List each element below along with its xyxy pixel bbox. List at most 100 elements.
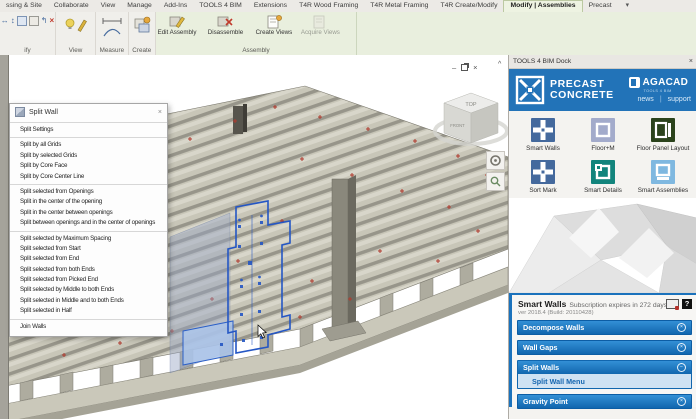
tab-extensions[interactable]: Extensions [248, 0, 293, 12]
scroll-up-icon[interactable]: ^ [498, 61, 501, 68]
help-icon[interactable]: ? [682, 299, 692, 309]
acquire-views-button: Acquire Views [299, 14, 341, 37]
disassemble-button[interactable]: Disassemble [202, 14, 248, 37]
split-walls-group: Split Walls − Split Wall Menu [517, 360, 692, 389]
lightbulb-pencil-icons [63, 16, 89, 38]
menu-separator [10, 122, 167, 123]
tab-t4r-metal-framing[interactable]: T4R Metal Framing [364, 0, 434, 12]
revit-window: ssing & Site Collaborate View Manage Add… [0, 0, 696, 419]
panel-modify-label: ify [0, 47, 55, 54]
bar-label: Wall Gaps [523, 343, 557, 352]
menu-item[interactable]: Split selected from End [10, 254, 167, 264]
menu-item-join-walls[interactable]: Join Walls [10, 322, 167, 332]
menu-item-split-settings[interactable]: Split Settings [10, 125, 167, 135]
tab-tools-4-bim[interactable]: TOOLS 4 BIM [193, 0, 248, 12]
create-tools-icons[interactable] [129, 12, 155, 40]
collapse-icon[interactable]: × [677, 397, 686, 406]
collapse-icon[interactable]: × [677, 323, 686, 332]
ribbon: ssing & Site Collaborate View Manage Add… [0, 0, 696, 55]
menu-separator [10, 137, 167, 138]
menu-item[interactable]: Split between openings and in the center… [10, 218, 167, 228]
agacad-logo-icon [629, 77, 640, 88]
acquire-views-label: Acquire Views [301, 30, 340, 37]
delete-icon[interactable]: × [49, 17, 54, 25]
bar-label: Split Walls [523, 363, 559, 372]
ribbon-left-panels: ↔ ↕ ↰ × ify [0, 12, 156, 55]
tab-massing-site[interactable]: ssing & Site [0, 0, 48, 12]
tab-modify-assemblies[interactable]: Modify | Assemblies [503, 0, 582, 12]
menu-item[interactable]: Split in the center between openings [10, 208, 167, 218]
close-menu-icon[interactable]: × [158, 109, 162, 116]
app-smart-assemblies[interactable]: Smart Assemblies [633, 160, 693, 194]
menu-separator [10, 184, 167, 185]
panel-measure: Measure [96, 12, 128, 55]
expanded-icon[interactable]: − [677, 363, 686, 372]
close-view-icon[interactable]: × [473, 63, 477, 72]
trim-icon[interactable] [29, 16, 39, 26]
zoom-icon[interactable] [486, 172, 505, 191]
edit-assembly-button[interactable]: Edit Assembly [156, 14, 198, 37]
tab-collaborate[interactable]: Collaborate [48, 0, 95, 12]
wall-gaps-bar[interactable]: Wall Gaps × [517, 340, 692, 355]
menu-item[interactable]: Split in the center of the opening [10, 197, 167, 207]
panel-create-label: Create [129, 47, 155, 54]
viewcube-top-label[interactable]: TOP [465, 102, 477, 108]
menu-item[interactable]: Split selected by Maximum Spacing [10, 234, 167, 244]
app-floor-m[interactable]: Floor+M [573, 118, 633, 152]
gravity-point-bar[interactable]: Gravity Point × [517, 394, 692, 409]
align-icon[interactable]: ↕ [11, 17, 15, 25]
create-views-button[interactable]: Create Views [253, 14, 295, 37]
menu-item[interactable]: Split by selected Grids [10, 151, 167, 161]
menu-item[interactable]: Split by Core Center Line [10, 172, 167, 182]
bar-label: Gravity Point [523, 397, 568, 406]
menu-item[interactable]: Split selected from Start [10, 244, 167, 254]
split-walls-bar[interactable]: Split Walls − [518, 361, 691, 374]
tab-add-ins[interactable]: Add-Ins [158, 0, 193, 12]
links-separator: | [660, 96, 662, 103]
close-dock-icon[interactable]: × [689, 58, 693, 65]
news-link[interactable]: news [637, 96, 653, 103]
grid-icon[interactable] [17, 16, 27, 26]
menu-item[interactable]: Split selected in Half [10, 306, 167, 316]
collapse-icon[interactable]: × [677, 343, 686, 352]
modify-tools-icons[interactable]: ↔ ↕ ↰ × [0, 12, 55, 26]
minimize-view-icon[interactable]: – [452, 63, 456, 72]
menu-item[interactable]: Split selected in Middle and to both End… [10, 296, 167, 306]
menu-item[interactable]: Split selected from both Ends [10, 265, 167, 275]
dock-title-bar: TOOLS 4 BIM Dock × [509, 55, 696, 69]
tab-t4r-wood-framing[interactable]: T4R Wood Framing [293, 0, 364, 12]
app-smart-details[interactable]: Smart Details [573, 160, 633, 194]
decompose-walls-bar[interactable]: Decompose Walls × [517, 320, 692, 335]
menu-item[interactable]: Split by Core Face [10, 161, 167, 171]
app-floor-panel-layout[interactable]: Floor Panel Layout [633, 118, 693, 152]
dock-title: TOOLS 4 BIM Dock [513, 58, 571, 65]
menu-item[interactable]: Split by all Grids [10, 140, 167, 150]
ribbon-state-caret-icon[interactable]: ▾ [618, 0, 633, 12]
move-icon[interactable]: ↔ [1, 17, 9, 25]
function-bars: Decompose Walls × Wall Gaps × Split Wall… [512, 319, 696, 409]
split-wall-menu-item[interactable]: Split Wall Menu [518, 374, 691, 388]
tab-precast[interactable]: Precast [583, 0, 618, 12]
tab-manage[interactable]: Manage [121, 0, 158, 12]
app-smart-walls[interactable]: Smart Walls [513, 118, 573, 152]
steering-wheel-icon[interactable] [486, 151, 505, 170]
restore-view-icon[interactable] [461, 64, 468, 71]
panel-measure-label: Measure [96, 47, 127, 54]
tab-view[interactable]: View [95, 0, 122, 12]
tab-t4r-create-modify[interactable]: T4R Create/Modify [434, 0, 503, 12]
license-icon[interactable] [666, 299, 679, 309]
measure-tools-icons[interactable] [96, 12, 127, 40]
section-icons: ? [666, 299, 692, 309]
dock-preview-render [509, 198, 696, 293]
menu-item[interactable]: Split selected from Openings [10, 187, 167, 197]
menu-item[interactable]: Split selected from Picked End [10, 275, 167, 285]
agacad-block: AGACAD TOOLS 4 BIM news | support [629, 77, 691, 103]
app-label: Floor Panel Layout [637, 145, 690, 152]
support-link[interactable]: support [668, 96, 691, 103]
viewcube-front-label[interactable]: FRONT [450, 123, 465, 128]
menu-item[interactable]: Split selected by Middle to both Ends [10, 285, 167, 295]
app-sort-mark[interactable]: Sort Mark [513, 160, 573, 194]
section-title: Smart Walls [518, 299, 566, 309]
view-tools-icons[interactable] [56, 12, 95, 38]
offset-icon[interactable]: ↰ [41, 17, 48, 25]
